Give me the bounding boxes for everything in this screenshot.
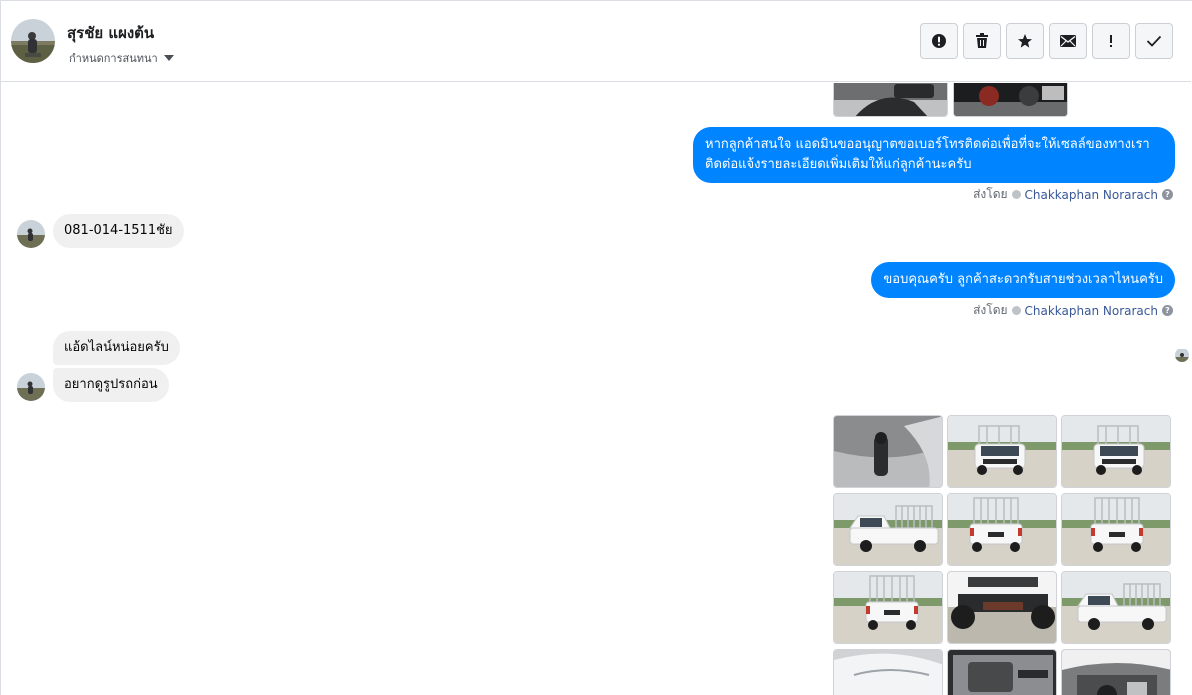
- mark-done-button[interactable]: [1135, 23, 1173, 59]
- photo-truck-rear-left[interactable]: [947, 493, 1057, 566]
- star-icon: [1018, 34, 1032, 48]
- photo-truck-door-interior[interactable]: [947, 649, 1057, 695]
- incoming-message-bubble[interactable]: แอ้ดไลน์หน่อยครับ: [53, 331, 180, 365]
- sent-by-label: ส่งโดย: [973, 187, 1008, 201]
- outgoing-message-bubble[interactable]: ขอบคุณครับ ลูกค้าสะดวกรับสายช่วงเวลาไหนค…: [871, 262, 1175, 298]
- star-button[interactable]: [1006, 23, 1044, 59]
- read-receipt-avatar: [1175, 348, 1189, 362]
- contact-name[interactable]: สุรชัย แผงต้น: [67, 21, 154, 45]
- sent-by-line: ส่งโดย Chakkaphan Norarach ?: [973, 301, 1173, 320]
- report-icon: [932, 34, 946, 48]
- photo-interior-seat[interactable]: [833, 83, 948, 117]
- photo-truck-side-left[interactable]: [833, 493, 943, 566]
- photo-truck-front-left[interactable]: [947, 415, 1057, 488]
- sent-by-label: ส่งโดย: [973, 303, 1008, 317]
- photo-interior-dash[interactable]: [953, 83, 1068, 117]
- envelope-icon: [1060, 35, 1076, 47]
- contact-avatar[interactable]: [11, 19, 55, 63]
- important-button[interactable]: [1092, 23, 1130, 59]
- exclamation-icon: [1110, 35, 1112, 47]
- photo-interior-gearshift[interactable]: [833, 415, 943, 488]
- help-icon[interactable]: ?: [1162, 189, 1173, 200]
- sender-name-link[interactable]: Chakkaphan Norarach: [1025, 188, 1158, 202]
- trash-icon: [976, 33, 988, 48]
- conversation-label-text: กำหนดการสนทนา: [69, 52, 158, 65]
- report-button[interactable]: [920, 23, 958, 59]
- conversation-label-dropdown[interactable]: กำหนดการสนทนา: [69, 49, 174, 67]
- photo-truck-front-closeup[interactable]: [833, 649, 943, 695]
- message-thread[interactable]: หากลูกค้าสนใจ แอดมินขออนุญาตขอเบอร์โทรติ…: [1, 83, 1191, 695]
- caret-down-icon: [163, 55, 174, 61]
- photo-truck-rear-right[interactable]: [833, 571, 943, 644]
- help-icon[interactable]: ?: [1162, 305, 1173, 316]
- conversation-toolbar: [920, 23, 1173, 59]
- delete-button[interactable]: [963, 23, 1001, 59]
- sender-name-link[interactable]: Chakkaphan Norarach: [1025, 304, 1158, 318]
- verified-dot-icon: [1011, 306, 1021, 315]
- incoming-message-bubble[interactable]: อยากดูรูปรถก่อน: [53, 368, 169, 402]
- photo-truck-rear[interactable]: [1061, 493, 1171, 566]
- checkmark-icon: [1146, 35, 1162, 47]
- verified-dot-icon: [1011, 190, 1021, 199]
- contact-avatar-small[interactable]: [17, 373, 45, 401]
- mail-button[interactable]: [1049, 23, 1087, 59]
- photo-truck-front[interactable]: [1061, 415, 1171, 488]
- conversation-header: สุรชัย แผงต้น กำหนดการสนทนา: [1, 1, 1191, 82]
- photo-truck-underside[interactable]: [947, 571, 1057, 644]
- sent-by-line: ส่งโดย Chakkaphan Norarach ?: [973, 185, 1173, 204]
- photo-truck-engine[interactable]: [1061, 649, 1171, 695]
- contact-avatar-small[interactable]: [17, 220, 45, 248]
- incoming-message-bubble[interactable]: 081-014-1511ชัย: [53, 214, 184, 248]
- outgoing-message-bubble[interactable]: หากลูกค้าสนใจ แอดมินขออนุญาตขอเบอร์โทรติ…: [693, 127, 1175, 183]
- photo-truck-side-right[interactable]: [1061, 571, 1171, 644]
